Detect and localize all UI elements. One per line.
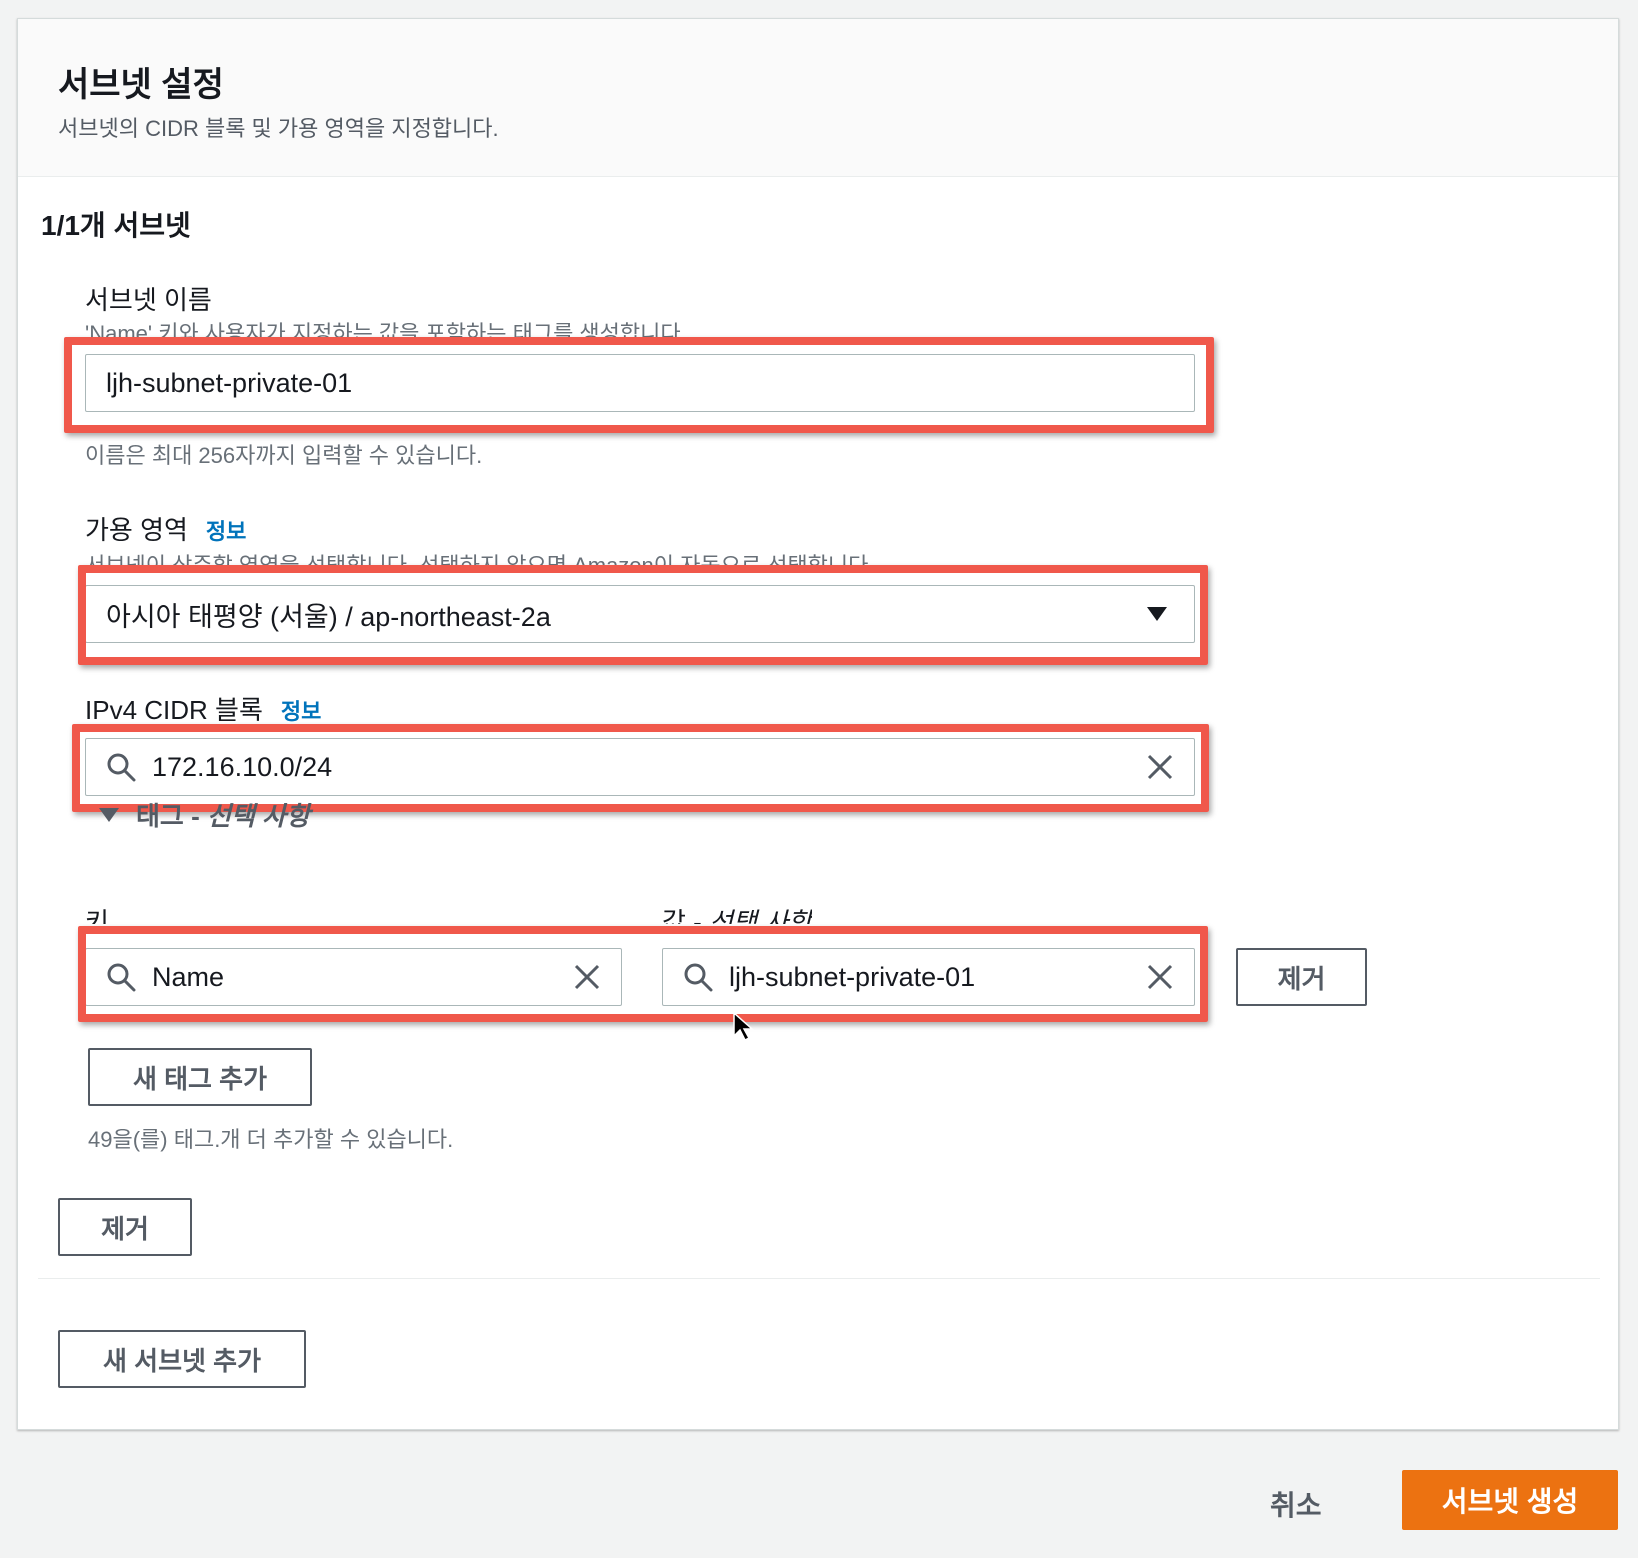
search-icon [107,963,136,992]
clear-icon[interactable] [573,963,601,991]
page-title: 서브넷 설정 [58,66,224,104]
ipv4-cidr-info-link[interactable]: 정보 [281,694,321,726]
subnet-name-value: ljh-subnet-private-01 [106,367,353,398]
tag-value-label-row: 값 - 선택 사항 [662,902,812,924]
clear-icon[interactable] [1146,963,1174,991]
search-icon [107,753,136,782]
subnet-name-description: 'Name' 키와 사용자가 지정하는 값을 포함하는 태그를 생성합니다. [85,321,687,346]
cancel-button[interactable]: 취소 [1270,1484,1322,1524]
tag-value-value: ljh-subnet-private-01 [729,961,976,992]
caret-down-icon [99,807,119,822]
availability-zone-select[interactable]: 아시아 태평양 (서울) / ap-northeast-2a [85,585,1195,643]
tag-key-label: 키 [85,907,109,924]
remove-subnet-button[interactable]: 제거 [58,1198,192,1256]
subnet-name-label: 서브넷 이름 [85,285,212,315]
page-description: 서브넷의 CIDR 블록 및 가용 영역을 지정합니다. [58,116,499,141]
ipv4-cidr-label: IPv4 CIDR 블록 [85,695,263,725]
subnet-count-title: 1/1개 서브넷 [41,210,191,241]
panel-header: 서브넷 설정 서브넷의 CIDR 블록 및 가용 영역을 지정합니다. [18,19,1618,177]
add-subnet-button[interactable]: 새 서브넷 추가 [58,1330,306,1388]
tags-remaining-text: 49을(를) 태그.개 더 추가할 수 있습니다. [88,1127,454,1152]
ipv4-cidr-value: 172.16.10.0/24 [152,751,333,782]
divider [38,1278,1600,1279]
remove-tag-button[interactable]: 제거 [1236,948,1367,1006]
availability-zone-label-row: 가용 영역 정보 [85,510,246,547]
subnet-name-constraint: 이름은 최대 256자까지 입력할 수 있습니다. [85,443,483,468]
availability-zone-label: 가용 영역 [85,515,188,545]
availability-zone-selected: 아시아 태평양 (서울) / ap-northeast-2a [106,601,551,632]
search-icon [684,963,713,992]
mouse-cursor-icon [733,1012,754,1042]
subnet-name-input[interactable]: ljh-subnet-private-01 [85,354,1195,412]
tag-key-input[interactable]: Name [85,948,622,1006]
tags-expander[interactable]: 태그 - 선택 사항 [98,796,310,833]
ipv4-cidr-input[interactable]: 172.16.10.0/24 [85,738,1195,796]
tags-expander-label: 태그 - [136,801,200,831]
availability-zone-info-link[interactable]: 정보 [206,514,246,546]
clear-icon[interactable] [1146,753,1174,781]
caret-down-icon [1147,607,1167,621]
ipv4-cidr-label-row: IPv4 CIDR 블록 정보 [85,690,321,727]
add-tag-button[interactable]: 새 태그 추가 [88,1048,312,1106]
tag-value-input[interactable]: ljh-subnet-private-01 [662,948,1195,1006]
tag-value-optional: 선택 사항 [709,907,812,924]
create-subnet-button[interactable]: 서브넷 생성 [1402,1470,1618,1530]
tags-expander-optional: 선택 사항 [206,801,310,831]
availability-zone-description: 서브넷이 상주할 영역을 선택합니다. 선택하지 않으면 Amazon이 자동으… [85,553,875,568]
tag-key-value: Name [152,961,225,992]
tag-value-label: 값 - [662,907,710,924]
